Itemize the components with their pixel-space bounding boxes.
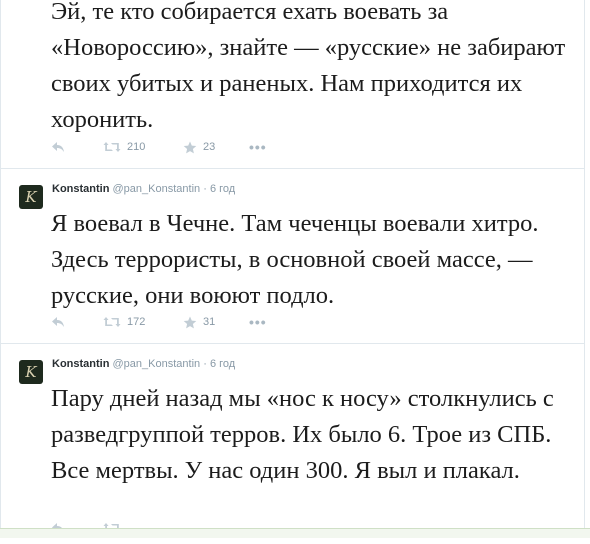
tweet-actions: 172 31 ••• xyxy=(51,314,267,330)
more-icon[interactable]: ••• xyxy=(249,139,267,155)
user-name[interactable]: Konstantin xyxy=(52,183,109,195)
retweet-count: 210 xyxy=(127,141,146,153)
tweet[interactable]: K Konstantin @pan_Konstantin · 6 год Пар… xyxy=(1,344,584,544)
favorite-count: 23 xyxy=(203,141,216,153)
tweet[interactable]: K Konstantin @pan_Konstantin · 6 год Я в… xyxy=(1,169,584,344)
tweet-time[interactable]: 6 год xyxy=(210,183,235,195)
user-handle[interactable]: @pan_Konstantin xyxy=(113,183,201,195)
star-icon[interactable] xyxy=(183,314,197,330)
retweet-icon[interactable] xyxy=(103,314,121,330)
tweet-text: Я воевал в Чечне. Там чеченцы воевали хи… xyxy=(51,210,539,309)
reply-icon[interactable] xyxy=(51,314,67,330)
tweet-text: Эй, те кто собирается ехать воевать за «… xyxy=(51,0,566,133)
avatar[interactable]: K xyxy=(19,360,43,384)
user-name[interactable]: Konstantin xyxy=(52,358,109,370)
tweet[interactable]: Эй, те кто собирается ехать воевать за «… xyxy=(1,0,584,169)
more-icon[interactable]: ••• xyxy=(249,314,267,330)
user-handle[interactable]: @pan_Konstantin xyxy=(113,358,201,370)
tweet-header: Konstantin @pan_Konstantin · 6 год xyxy=(52,357,235,371)
tweet-time[interactable]: 6 год xyxy=(210,358,235,370)
favorite-count: 31 xyxy=(203,316,216,328)
avatar[interactable]: K xyxy=(19,185,43,209)
separator: · xyxy=(203,183,207,195)
tweet-actions: 210 23 ••• xyxy=(51,139,267,155)
star-icon[interactable] xyxy=(183,139,197,155)
retweet-icon[interactable] xyxy=(103,139,121,155)
timeline: Эй, те кто собирается ехать воевать за «… xyxy=(0,0,585,537)
reply-icon[interactable] xyxy=(51,139,67,155)
tweet-header: Konstantin @pan_Konstantin · 6 год xyxy=(52,182,235,196)
retweet-count: 172 xyxy=(127,316,146,328)
tweet-text: Пару дней назад мы «нос к носу» столкнул… xyxy=(51,385,554,484)
separator: · xyxy=(203,358,207,370)
